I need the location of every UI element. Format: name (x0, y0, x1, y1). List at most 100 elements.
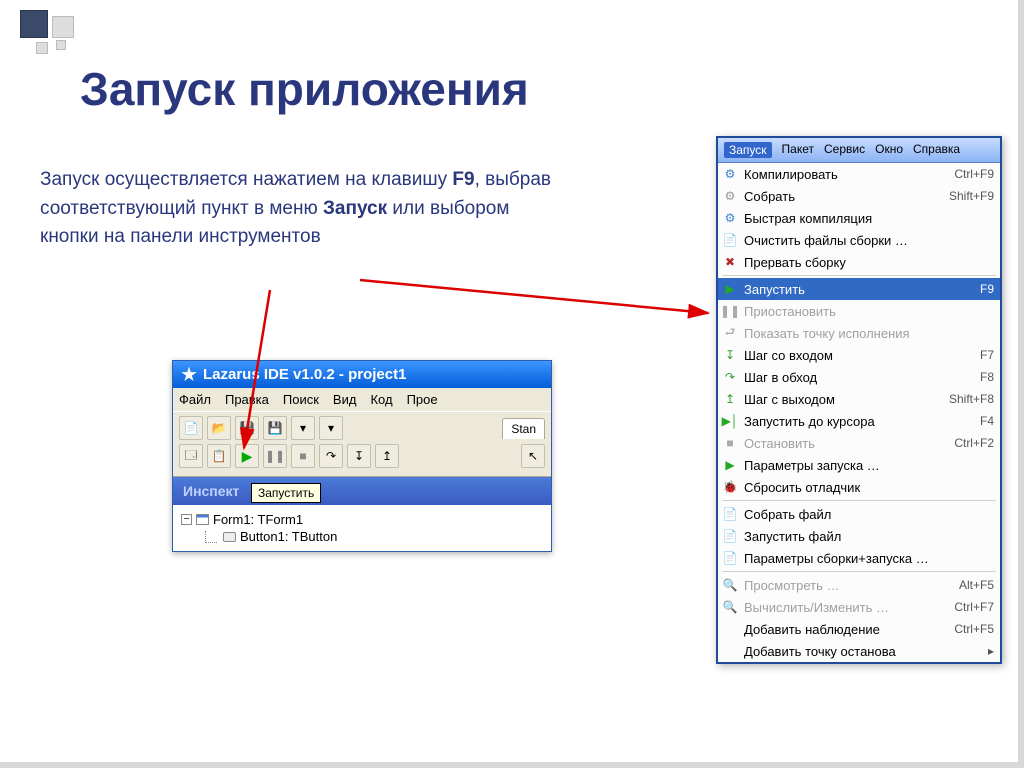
tb-open-icon[interactable]: 📂 (207, 416, 231, 440)
lazarus-icon (181, 367, 197, 383)
menu-item-icon (722, 621, 738, 637)
collapse-icon[interactable]: − (181, 514, 192, 525)
menu-item-shortcut: Shift+F8 (949, 392, 994, 406)
tb-new-icon[interactable]: 📄 (179, 416, 203, 440)
tree-label: Button1: TButton (240, 529, 337, 544)
step-into-button[interactable]: ↧ (347, 444, 371, 468)
menu-separator (722, 500, 996, 501)
pause-button[interactable]: ❚❚ (263, 444, 287, 468)
menu-item-label: Добавить точку останова (744, 644, 982, 659)
menu-item[interactable]: ↥Шаг с выходомShift+F8 (718, 388, 1000, 410)
menu-item[interactable]: ▶│Запустить до курсораF4 (718, 410, 1000, 432)
menu-item-icon: ▶ (722, 281, 738, 297)
menu-item-icon: ■ (722, 435, 738, 451)
ide-title-text: Lazarus IDE v1.0.2 - project1 (203, 366, 406, 383)
menu-item-label: Собрать файл (744, 507, 988, 522)
menu-item[interactable]: ✖Прервать сборку (718, 251, 1000, 273)
menu-item-icon: 📄 (722, 232, 738, 248)
menubar-window[interactable]: Окно (875, 142, 903, 158)
menu-item[interactable]: ▶ЗапуститьF9 (718, 278, 1000, 300)
menu-item-label: Вычислить/Изменить … (744, 600, 948, 615)
menu-item-icon: ↷ (722, 369, 738, 385)
menu-separator (722, 571, 996, 572)
menu-item-label: Запустить файл (744, 529, 988, 544)
menu-item[interactable]: 📄 Очистить файлы сборки … (718, 229, 1000, 251)
tb-save-icon[interactable]: 💾 (235, 416, 259, 440)
menu-item[interactable]: 📄Запустить файл (718, 525, 1000, 547)
standard-tab[interactable]: Stan (502, 418, 545, 439)
menu-item[interactable]: Добавить наблюдение Ctrl+F5 (718, 618, 1000, 640)
tb-fwd-icon[interactable]: ▾ (319, 416, 343, 440)
menu-item[interactable]: ▶Параметры запуска … (718, 454, 1000, 476)
menu-item-label: Показать точку исполнения (744, 326, 988, 341)
menu-item: ❚❚Приостановить (718, 300, 1000, 322)
stop-button[interactable]: ■ (291, 444, 315, 468)
menu-item[interactable]: ⚙ Собрать Shift+F9 (718, 185, 1000, 207)
object-tree: − Form1: TForm1 Button1: TButton (173, 505, 551, 551)
tree-row-form[interactable]: − Form1: TForm1 (181, 511, 543, 528)
menu-item-label: Запустить (744, 282, 974, 297)
menu-item[interactable]: ⚙КомпилироватьCtrl+F9 (718, 163, 1000, 185)
menu-item-label: Сбросить отладчик (744, 480, 988, 495)
menubar-package[interactable]: Пакет (782, 142, 814, 158)
cursor-icon[interactable]: ↖ (521, 444, 545, 468)
run-menu-panel: Запуск Пакет Сервис Окно Справка ⚙Компил… (716, 136, 1002, 664)
menu-item-shortcut: F4 (980, 414, 994, 428)
tb-back-icon[interactable]: ▾ (291, 416, 315, 440)
menu-item-shortcut: Ctrl+F2 (954, 436, 994, 450)
inspector-header: Инспект ов (173, 477, 551, 505)
menu-item-label: Очистить файлы сборки … (744, 233, 988, 248)
menu-item-label: Шаг в обход (744, 370, 974, 385)
menubar-help[interactable]: Справка (913, 142, 960, 158)
menu-item-label: Запустить до курсора (744, 414, 974, 429)
tree-row-button[interactable]: Button1: TButton (181, 528, 543, 545)
top-menubar: Запуск Пакет Сервис Окно Справка (718, 138, 1000, 163)
tb-units-icon[interactable]: 📋 (207, 444, 231, 468)
menu-item-label: Собрать (744, 189, 943, 204)
menu-item[interactable]: Добавить точку останова▸ (718, 640, 1000, 662)
menu-item-shortcut: Shift+F9 (949, 189, 994, 203)
menubar-service[interactable]: Сервис (824, 142, 865, 158)
ide-menu-search[interactable]: Поиск (283, 392, 319, 407)
menu-item-shortcut: F8 (980, 370, 994, 384)
menu-item-icon: 📄 (722, 550, 738, 566)
tree-label: Form1: TForm1 (213, 512, 303, 527)
run-tooltip: Запустить (251, 483, 321, 503)
menubar-run[interactable]: Запуск (724, 142, 772, 158)
step-over-button[interactable]: ↷ (319, 444, 343, 468)
menu-item-label: Параметры запуска … (744, 458, 988, 473)
menu-item[interactable]: ↧Шаг со входомF7 (718, 344, 1000, 366)
ide-menu-project[interactable]: Прое (407, 392, 438, 407)
menu-item[interactable]: 📄Собрать файл (718, 503, 1000, 525)
ide-menu-file[interactable]: Файл (179, 392, 211, 407)
menu-separator (722, 275, 996, 276)
menu-item[interactable]: 🐞Сбросить отладчик (718, 476, 1000, 498)
menu-item-label: Компилировать (744, 167, 948, 182)
menu-item-icon: 🔍 (722, 577, 738, 593)
tb-forms-icon[interactable]: 🗔 (179, 444, 203, 468)
menu-item-label: Добавить наблюдение (744, 622, 948, 637)
menu-item: ⮐Показать точку исполнения (718, 322, 1000, 344)
ide-menu-view[interactable]: Вид (333, 392, 357, 407)
ide-menu-code[interactable]: Код (370, 392, 392, 407)
menu-item-icon: ⚙ (722, 188, 738, 204)
button-icon (223, 532, 236, 542)
menu-item-shortcut: F7 (980, 348, 994, 362)
menu-item[interactable]: 📄Параметры сборки+запуска … (718, 547, 1000, 569)
menu-item[interactable]: ↷ Шаг в обход F8 (718, 366, 1000, 388)
ide-menu-edit[interactable]: Правка (225, 392, 269, 407)
menu-item-label: Остановить (744, 436, 948, 451)
tb-saveall-icon[interactable]: 💾 (263, 416, 287, 440)
step-out-button[interactable]: ↥ (375, 444, 399, 468)
run-button[interactable]: ▶ (235, 444, 259, 468)
tree-connector-icon (205, 531, 217, 543)
run-dropdown: ⚙КомпилироватьCtrl+F9 ⚙ Собрать Shift+F9 ⚙Бы… (718, 163, 1000, 662)
ide-toolbar: 📄 📂 💾 💾 ▾ ▾ Stan 🗔 📋 ▶ ❚❚ ■ ↷ ↧ ↥ ↖ (173, 411, 551, 477)
menu-item: ■ Остановить Ctrl+F2 (718, 432, 1000, 454)
menu-item[interactable]: ⚙Быстрая компиляция (718, 207, 1000, 229)
menu-item-icon: ↧ (722, 347, 738, 363)
menu-item-label: Быстрая компиляция (744, 211, 988, 226)
menu-item-shortcut: Ctrl+F5 (954, 622, 994, 636)
menu-item-shortcut: Ctrl+F7 (954, 600, 994, 614)
menu-item-label: Прервать сборку (744, 255, 988, 270)
